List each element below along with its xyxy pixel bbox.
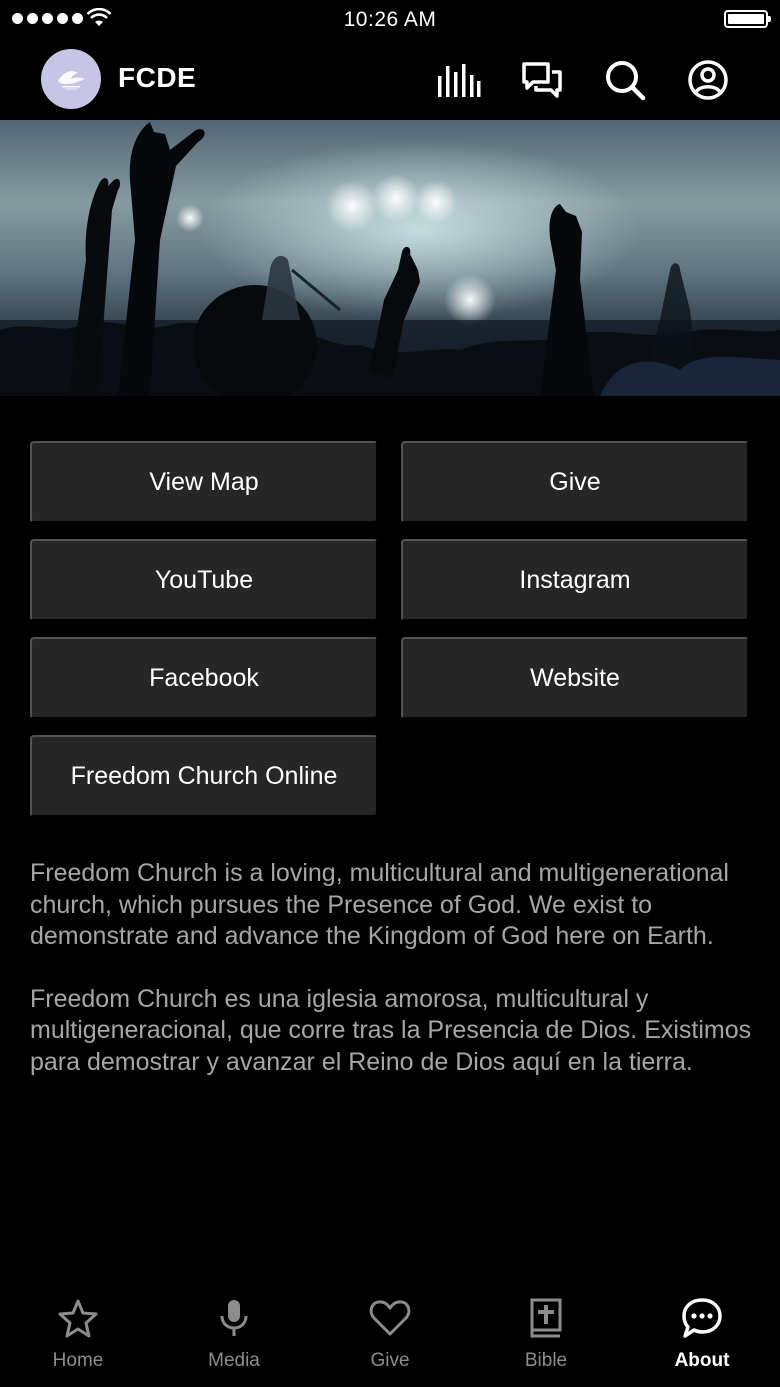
tab-media[interactable]: Media (156, 1287, 312, 1387)
tab-home[interactable]: Home (0, 1287, 156, 1387)
church-description: Freedom Church is a loving, multicultura… (30, 858, 755, 1109)
hero-image (0, 120, 780, 396)
tab-give[interactable]: Give (312, 1287, 468, 1387)
bar-chart-icon[interactable] (437, 58, 481, 102)
heart-icon (312, 1297, 468, 1339)
battery-icon (724, 10, 771, 28)
description-spanish: Freedom Church es una iglesia amorosa, m… (30, 984, 752, 1076)
status-time: 10:26 AM (343, 8, 437, 31)
dove-icon (58, 71, 85, 90)
tab-give-label: Give (370, 1350, 410, 1371)
tab-about-label: About (674, 1350, 730, 1371)
bottom-tab-bar: Home Media Give Bible About (0, 1287, 780, 1387)
app-header: FCDE (0, 40, 780, 120)
tab-bible[interactable]: Bible (468, 1287, 624, 1387)
bible-icon (468, 1297, 624, 1339)
status-bar: 10:26 AM (0, 0, 780, 40)
church-logo[interactable] (41, 49, 101, 109)
give-button[interactable]: Give (401, 441, 749, 523)
youtube-button[interactable]: YouTube (30, 539, 378, 621)
tab-home-label: Home (52, 1350, 104, 1371)
tab-about[interactable]: About (624, 1287, 780, 1387)
view-map-button[interactable]: View Map (30, 441, 378, 523)
speech-bubble-icon (624, 1297, 780, 1339)
chat-icon[interactable] (520, 58, 564, 102)
star-icon (0, 1297, 156, 1339)
facebook-button[interactable]: Facebook (30, 637, 378, 719)
instagram-button[interactable]: Instagram (401, 539, 749, 621)
website-button[interactable]: Website (401, 637, 749, 719)
search-icon[interactable] (603, 58, 647, 102)
microphone-icon (156, 1297, 312, 1339)
app-title: FCDE (118, 62, 197, 93)
tab-media-label: Media (208, 1350, 260, 1371)
tab-bible-label: Bible (524, 1350, 568, 1371)
description-english: Freedom Church is a loving, multicultura… (30, 859, 729, 950)
account-icon[interactable] (686, 58, 730, 102)
freedom-church-online-button[interactable]: Freedom Church Online (30, 735, 378, 817)
